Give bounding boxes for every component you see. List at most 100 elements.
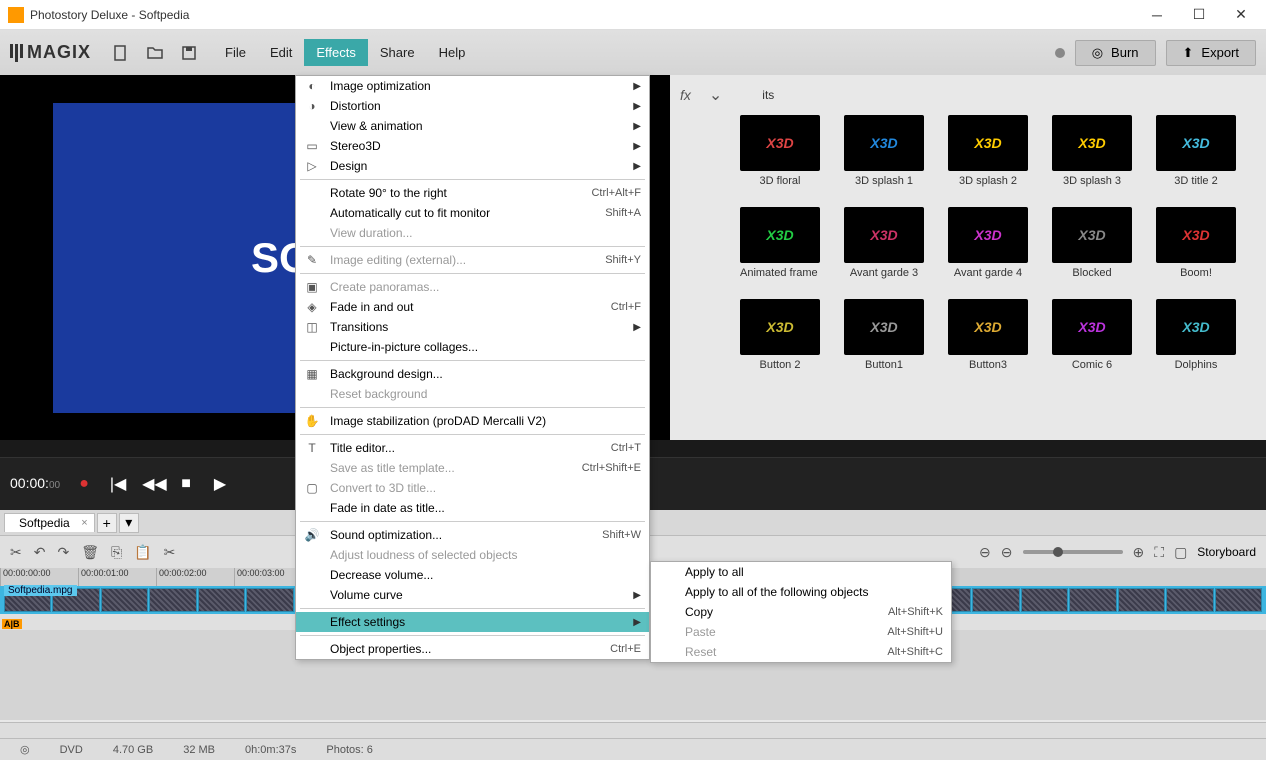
close-button[interactable]: ✕ xyxy=(1232,6,1250,24)
submenu-item[interactable]: CopyAlt+Shift+K xyxy=(651,602,951,622)
thumbnail[interactable]: X3DButton1 xyxy=(844,299,924,371)
export-button[interactable]: ⬆Export xyxy=(1166,40,1256,66)
add-tab-button[interactable]: + xyxy=(97,513,117,533)
clip-frame[interactable] xyxy=(1166,588,1213,612)
thumbnail[interactable]: X3D3D splash 3 xyxy=(1052,115,1132,187)
clip-frame[interactable] xyxy=(1021,588,1068,612)
thumbnail[interactable]: X3D3D splash 2 xyxy=(948,115,1028,187)
maximize-button[interactable]: ☐ xyxy=(1190,6,1208,24)
zoom-in-icon[interactable]: ⊕ xyxy=(1133,544,1145,561)
menu-item[interactable]: Volume curve▶ xyxy=(296,585,649,605)
fit-icon[interactable]: ⛶ xyxy=(1154,544,1164,561)
clip-frame[interactable] xyxy=(972,588,1019,612)
thumbnail[interactable]: X3DAvant garde 3 xyxy=(844,207,924,279)
stop-button[interactable]: ■ xyxy=(176,475,196,493)
menu-item[interactable]: ▦Background design... xyxy=(296,364,649,384)
menu-item-label: View & animation xyxy=(330,119,423,133)
menu-item[interactable]: Effect settings▶ xyxy=(296,612,649,632)
play-button[interactable]: ▶ xyxy=(210,474,230,494)
skip-start-button[interactable]: |◀ xyxy=(108,474,128,494)
storyboard-label[interactable]: Storyboard xyxy=(1197,545,1256,559)
thumbnail[interactable]: X3D3D title 2 xyxy=(1156,115,1236,187)
menu-item-label: Reset background xyxy=(330,387,427,401)
thumbnail[interactable]: X3DAnimated frame 1 xyxy=(740,207,820,279)
menu-item[interactable]: 🔊Sound optimization...Shift+W xyxy=(296,525,649,545)
submenu-shortcut: Alt+Shift+U xyxy=(867,626,943,638)
redo-icon[interactable]: ↷ xyxy=(57,544,69,561)
submenu-item[interactable]: Apply to all of the following objects xyxy=(651,582,951,602)
upload-icon: ⬆ xyxy=(1183,45,1194,61)
copy-icon[interactable]: ⎘ xyxy=(111,544,122,561)
menu-effects[interactable]: Effects xyxy=(304,39,368,66)
menu-item[interactable]: ▷Design▶ xyxy=(296,156,649,176)
clip-frame[interactable] xyxy=(1118,588,1165,612)
fx-label[interactable]: fx xyxy=(680,87,691,103)
menu-item[interactable]: TTitle editor...Ctrl+T xyxy=(296,438,649,458)
menu-item-icon: ▣ xyxy=(304,280,320,294)
chevron-down-icon[interactable]: ⌄ xyxy=(709,85,722,105)
thumbnail-image: X3D xyxy=(1156,115,1236,171)
menu-item[interactable]: Object properties...Ctrl+E xyxy=(296,639,649,659)
thumbnail[interactable]: X3DDolphins xyxy=(1156,299,1236,371)
thumbnail[interactable]: X3D3D floral xyxy=(740,115,820,187)
menu-file[interactable]: File xyxy=(213,39,258,66)
submenu-item: ResetAlt+Shift+C xyxy=(651,642,951,662)
thumbnail[interactable]: X3DComic 6 xyxy=(1052,299,1132,371)
thumbnail[interactable]: X3DBoom! xyxy=(1156,207,1236,279)
tab-menu-button[interactable]: ▾ xyxy=(119,513,139,533)
thumbnail-image: X3D xyxy=(740,207,820,263)
close-tab-icon[interactable]: × xyxy=(81,517,87,529)
record-button[interactable]: ● xyxy=(74,475,94,493)
save-icon[interactable] xyxy=(179,43,199,63)
scissors-icon[interactable]: ✂ xyxy=(164,544,176,561)
clip-frame[interactable] xyxy=(149,588,196,612)
menu-item[interactable]: Picture-in-picture collages... xyxy=(296,337,649,357)
menu-item[interactable]: ◈Fade in and outCtrl+F xyxy=(296,297,649,317)
menu-item[interactable]: ✋Image stabilization (proDAD Mercalli V2… xyxy=(296,411,649,431)
zoom-out-circle-icon[interactable]: ⊖ xyxy=(979,544,991,561)
burn-button[interactable]: ◎Burn xyxy=(1075,40,1156,66)
thumbnail-image: X3D xyxy=(1052,207,1132,263)
clip-frame[interactable] xyxy=(101,588,148,612)
menu-edit[interactable]: Edit xyxy=(258,39,304,66)
undo-icon[interactable]: ↶ xyxy=(34,544,46,561)
thumbnail[interactable]: X3DAvant garde 4 xyxy=(948,207,1028,279)
clip-frame[interactable] xyxy=(1215,588,1262,612)
clip-frame[interactable] xyxy=(246,588,293,612)
cut-icon[interactable]: ✂ xyxy=(10,544,22,561)
delete-icon[interactable]: 🗑 xyxy=(81,544,99,561)
menu-item[interactable]: Rotate 90° to the rightCtrl+Alt+F xyxy=(296,183,649,203)
menu-item-icon: 🔊 xyxy=(304,528,320,542)
minimize-button[interactable]: ─ xyxy=(1148,6,1166,24)
menu-item[interactable]: ◫Transitions▶ xyxy=(296,317,649,337)
storyboard-icon[interactable]: ▢ xyxy=(1174,544,1187,561)
ab-marker[interactable]: A|B xyxy=(2,619,22,629)
thumbnail[interactable]: X3D3D splash 1 xyxy=(844,115,924,187)
menu-item[interactable]: Decrease volume... xyxy=(296,565,649,585)
thumbnail[interactable]: X3DButton 2 xyxy=(740,299,820,371)
menu-item[interactable]: Fade in date as title... xyxy=(296,498,649,518)
menu-share[interactable]: Share xyxy=(368,39,427,66)
new-file-icon[interactable] xyxy=(111,43,131,63)
menu-item[interactable]: ▭Stereo3D▶ xyxy=(296,136,649,156)
submenu-item[interactable]: Apply to all xyxy=(651,562,951,582)
clip-frame[interactable] xyxy=(198,588,245,612)
menu-item[interactable]: ◐Image optimization▶ xyxy=(296,76,649,96)
horizontal-scrollbar[interactable] xyxy=(0,722,1266,738)
menu-item[interactable]: ◑Distortion▶ xyxy=(296,96,649,116)
thumbnail-image: X3D xyxy=(1052,115,1132,171)
zoom-slider[interactable] xyxy=(1023,550,1123,554)
thumbnail[interactable]: X3DButton3 xyxy=(948,299,1028,371)
open-folder-icon[interactable] xyxy=(145,43,165,63)
rewind-button[interactable]: ◀◀ xyxy=(142,474,162,494)
thumbnail-image: X3D xyxy=(1052,299,1132,355)
thumbnail-image: X3D xyxy=(948,299,1028,355)
menu-item[interactable]: View & animation▶ xyxy=(296,116,649,136)
project-tab[interactable]: Softpedia× xyxy=(4,513,95,532)
paste-icon[interactable]: 📋 xyxy=(134,544,151,561)
menu-item[interactable]: Automatically cut to fit monitorShift+A xyxy=(296,203,649,223)
zoom-out-icon[interactable]: ⊖ xyxy=(1001,544,1013,561)
thumbnail[interactable]: X3DBlocked xyxy=(1052,207,1132,279)
menu-help[interactable]: Help xyxy=(427,39,478,66)
clip-frame[interactable] xyxy=(1069,588,1116,612)
